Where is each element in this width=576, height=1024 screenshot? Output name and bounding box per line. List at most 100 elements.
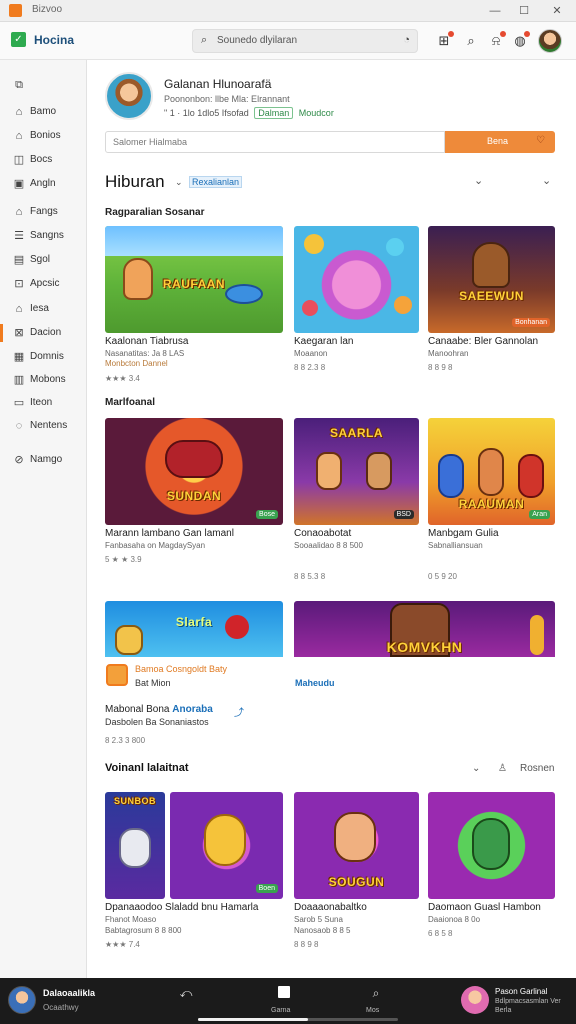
game-rating: 8 8 9 8 <box>294 940 319 949</box>
game-title: Kaegaran lan <box>294 336 354 347</box>
sidebar-item-label: Domnis <box>30 351 64 362</box>
sidebar-item-sangns[interactable]: ☰ Sangns <box>0 225 87 247</box>
game-rating: 8 8 2.3 8 <box>294 363 326 372</box>
calendar-icon: ▦ <box>13 351 25 363</box>
group-heading: Marlfoanal <box>105 397 156 408</box>
game-publisher: Sarob 5 Suna <box>294 915 343 924</box>
folder-icon: ▥ <box>13 374 25 386</box>
minimize-button[interactable]: — <box>487 3 503 19</box>
sponsored-bar[interactable]: Bamoa Cosngoldt Baty Bat Mion Maheudu <box>105 660 555 694</box>
section-title: Hiburan <box>105 172 165 191</box>
game-rating: 5 ★ ★ 3.9 <box>105 555 142 564</box>
promo-banner[interactable]: Slarfa <box>105 601 283 657</box>
share-icon[interactable]: ⤴ <box>234 704 244 719</box>
sidebar-item-label: Iesa <box>30 303 49 314</box>
active-indicator <box>0 324 3 342</box>
game-title: Manbgam Gulia <box>428 528 499 539</box>
chevron-down-icon[interactable]: ⌄ <box>472 763 480 774</box>
companion-title: Pason Garlinal <box>495 987 548 996</box>
cart-icon[interactable]: ⊞ <box>435 31 454 50</box>
comment-input[interactable]: Salomer Hialmaba <box>105 131 445 153</box>
chevron-down-icon[interactable]: ⌄ <box>175 177 183 188</box>
game-title: Conaoabotat <box>294 528 352 539</box>
game-thumbnail: SAEEWUN Bonhanan <box>428 226 555 333</box>
profile-chip[interactable]: Dalman <box>254 107 294 119</box>
player-subtitle: Ocaathwy <box>43 1003 79 1012</box>
bell-icon[interactable]: ⍾ <box>487 31 506 50</box>
submit-button[interactable]: Bena ♡ <box>445 131 555 153</box>
sidebar-item-namgo[interactable]: ⊘ Namgo <box>0 449 87 471</box>
profile-chip-plain[interactable]: Moudcor <box>299 108 334 118</box>
promo-title-text: Mabonal Bona <box>105 704 170 715</box>
companion-avatar[interactable] <box>461 986 489 1014</box>
app-name: Hocina <box>34 33 75 47</box>
game-publisher: Manoohran <box>428 349 469 358</box>
sidebar-item-domnis[interactable]: ▦ Domnis <box>0 346 87 368</box>
ad-link[interactable]: Maheudu <box>295 678 335 688</box>
game-art-text: SUNBOB <box>113 796 156 806</box>
settings-icon: ⊘ <box>14 454 24 466</box>
game-art-text: SAARLA <box>330 426 383 440</box>
game-rating: 8 8 5.3 8 <box>294 572 326 581</box>
ad-subtitle: Bat Mion <box>135 678 171 688</box>
expand-chevron-icon[interactable]: ⌄ <box>542 174 551 187</box>
game-thumbnail: SAARLA BSD <box>294 418 419 525</box>
game-title: Marann lambano Gan lamanl <box>105 528 234 539</box>
sidebar-item-sgol[interactable]: ▤ Sgol <box>0 249 87 271</box>
sidebar-item-apcsic[interactable]: ⊡ Apcsic <box>0 273 87 295</box>
player-control-label: Garna <box>271 1007 291 1014</box>
game-thumbnail <box>428 792 555 899</box>
search-icon[interactable]: ⌕ <box>366 986 386 1002</box>
home-alt-icon: ⌂ <box>15 303 23 315</box>
sidebar-item-nentens[interactable]: ◌ Nentens <box>0 415 87 437</box>
sidebar-item-mobons[interactable]: ▥ Mobons <box>0 369 87 391</box>
mic-icon[interactable]: ◔ <box>403 34 410 46</box>
game-publisher: Fanbasaha on MagdaySyan <box>105 541 206 550</box>
group-heading: Voinanl lalaitnat <box>105 762 189 774</box>
player-avatar[interactable] <box>8 986 36 1014</box>
bottom-player-bar: Dalaoaalikla Ocaathwy ⤺ Garna ⌕ Mos Paso… <box>0 978 576 1024</box>
sidebar-item-fangs[interactable]: ⌂ Fangs <box>0 201 87 223</box>
user-icon[interactable]: ♙ <box>498 763 507 774</box>
sidebar-item-bonios[interactable]: ⌂ Bonios <box>0 125 87 147</box>
game-title: Canaabe: Bler Gannolan <box>428 336 539 347</box>
small-chevron-icon[interactable]: ⌄ <box>474 174 483 187</box>
playback-progress-fill <box>198 1018 308 1021</box>
window-title: Bizvoo <box>32 4 63 15</box>
game-art-text: SAEEWUN <box>459 289 524 303</box>
sidebar-item-bocs[interactable]: ◫ Bocs <box>0 149 87 171</box>
game-downloads: Babtagrosum 8 8 800 <box>105 926 182 935</box>
sidebar-item-iesa[interactable]: ⌂ Iesa <box>0 298 87 320</box>
playback-progress[interactable] <box>198 1018 398 1021</box>
game-thumbnail-secondary: Boen <box>170 792 283 899</box>
circle-icon: ◌ <box>15 420 23 432</box>
maximize-button[interactable]: ☐ <box>516 3 532 19</box>
game-thumbnail: RAAUMAN Aran <box>428 418 555 525</box>
sidebar-item-label: Apcsic <box>30 278 60 289</box>
promo-banner[interactable]: KOMVKHN <box>294 601 555 657</box>
sidebar-item-home-logo[interactable]: ⧉ <box>0 74 87 96</box>
close-button[interactable]: ✕ <box>549 3 565 19</box>
game-rating: 6 8 5 8 <box>428 929 453 938</box>
promo-rating: 8 2.3 3 800 <box>105 736 146 745</box>
stop-button[interactable] <box>278 986 290 998</box>
sidebar-item-dacion[interactable]: ⊠ Dacion <box>0 322 87 344</box>
game-badge: Aran <box>529 510 550 519</box>
previous-icon[interactable]: ⤺ <box>176 986 196 1002</box>
profile-avatar[interactable] <box>105 72 153 120</box>
search-input[interactable]: ⌕ Sounedo dlyilaran ◔ <box>192 29 418 53</box>
game-art-text: SUNDAN <box>166 489 222 503</box>
user-avatar[interactable] <box>538 29 562 53</box>
sidebar-item-label: Mobons <box>30 374 66 385</box>
profile-stats: " 1 · 1lo 1dlo5 Ifsofad Dalman Moudcor <box>164 107 334 119</box>
sidebar-item-angln[interactable]: ▣ Angln <box>0 173 87 195</box>
notification-icon[interactable]: ◍ <box>511 31 530 50</box>
search-icon[interactable]: ⌕ <box>462 32 480 50</box>
home-icon: ⌂ <box>15 106 23 118</box>
game-art-text: RAAUMAN <box>458 497 525 511</box>
promo-title-link[interactable]: Anoraba <box>172 704 213 715</box>
section-tag[interactable]: Rexalianlan <box>189 176 243 188</box>
group-control-label[interactable]: Rosnen <box>520 763 554 774</box>
sidebar-item-bamo[interactable]: ⌂ Bamo <box>0 101 87 123</box>
sidebar-item-iteon[interactable]: ▭ Iteon <box>0 392 87 414</box>
